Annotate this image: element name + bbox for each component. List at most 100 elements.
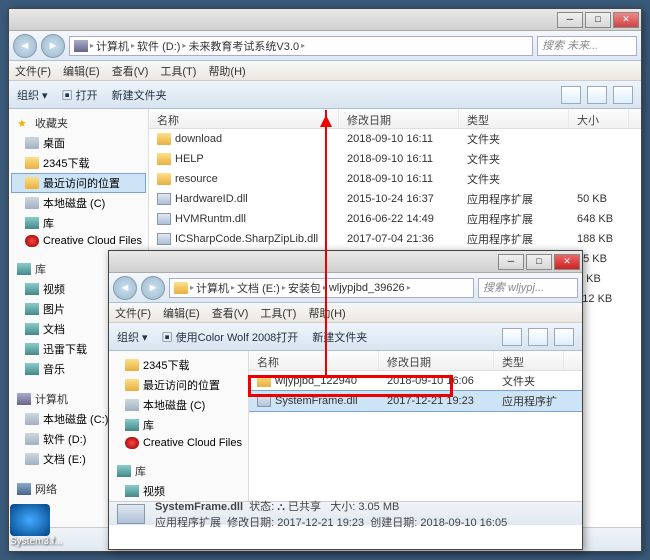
menu-help[interactable]: 帮助(H)	[308, 305, 345, 321]
search-input[interactable]: 搜索 未来...	[537, 36, 637, 56]
recent-icon	[125, 379, 139, 391]
network-icon	[17, 483, 31, 495]
menu-edit[interactable]: 编辑(E)	[163, 305, 200, 321]
search-input[interactable]: 搜索 wljypj...	[478, 278, 578, 298]
maximize-button[interactable]: □	[526, 254, 552, 270]
table-row[interactable]: resource2018-09-10 16:11文件夹	[149, 169, 641, 189]
file-icon	[117, 504, 145, 524]
annotation-arrow	[325, 110, 327, 376]
menu-tools[interactable]: 工具(T)	[260, 305, 296, 321]
col-date[interactable]: 修改日期	[379, 351, 494, 370]
help-button[interactable]	[554, 328, 574, 346]
back-button[interactable]: ◄	[113, 276, 137, 300]
tree-cc[interactable]: Creative Cloud Files	[111, 435, 246, 451]
list-header: 名称 修改日期 类型	[249, 351, 582, 371]
organize-button[interactable]: 组织 ▾	[17, 87, 48, 103]
close-button[interactable]: ✕	[613, 12, 639, 28]
desktop-shortcut[interactable]: System3.f...	[10, 504, 52, 552]
tree-2345[interactable]: 2345下载	[11, 153, 146, 173]
view-button[interactable]	[561, 86, 581, 104]
folder-icon	[25, 157, 39, 169]
preview-button[interactable]	[587, 86, 607, 104]
fold-icon	[157, 153, 171, 165]
col-size[interactable]: 大小	[569, 109, 629, 128]
dll-icon	[257, 395, 271, 407]
new-folder-button[interactable]: 新建文件夹	[112, 87, 167, 103]
dll-icon	[157, 193, 171, 205]
tree-libs[interactable]: 库	[11, 213, 146, 233]
tree-desktop[interactable]: 桌面	[11, 133, 146, 153]
library-icon	[25, 217, 39, 229]
menu-view[interactable]: 查看(V)	[212, 305, 249, 321]
table-row[interactable]: SystemFrame.dll2017-12-21 19:23应用程序扩	[249, 391, 582, 411]
menu-tools[interactable]: 工具(T)	[160, 63, 196, 79]
menu-file[interactable]: 文件(F)	[115, 305, 151, 321]
drive-icon	[125, 399, 139, 411]
creative-cloud-icon	[125, 437, 139, 449]
tree-libs[interactable]: 库	[111, 415, 246, 435]
open-button[interactable]: ▣ 打开	[62, 87, 98, 103]
col-name[interactable]: 名称	[149, 109, 339, 128]
col-date[interactable]: 修改日期	[339, 109, 459, 128]
tree-favorites[interactable]: ★收藏夹	[11, 113, 146, 133]
document-icon	[25, 323, 39, 335]
table-row[interactable]: HardwareID.dll2015-10-24 16:37应用程序扩展50 K…	[149, 189, 641, 209]
help-button[interactable]	[613, 86, 633, 104]
video-icon	[25, 283, 39, 295]
forward-button[interactable]: ►	[141, 276, 165, 300]
forward-button[interactable]: ►	[41, 34, 65, 58]
music-icon	[25, 363, 39, 375]
tree-cdisk[interactable]: 本地磁盘 (C)	[111, 395, 246, 415]
menu-bar: 文件(F) 编辑(E) 查看(V) 工具(T) 帮助(H)	[109, 303, 582, 323]
folder-icon	[174, 282, 188, 294]
new-folder-button[interactable]: 新建文件夹	[312, 329, 367, 345]
tree-cc[interactable]: Creative Cloud Files	[11, 233, 146, 249]
table-row[interactable]: HELP2018-09-10 16:11文件夹	[149, 149, 641, 169]
organize-button[interactable]: 组织 ▾	[117, 329, 148, 345]
col-name[interactable]: 名称	[249, 351, 379, 370]
list-header: 名称 修改日期 类型 大小	[149, 109, 641, 129]
menu-edit[interactable]: 编辑(E)	[63, 63, 100, 79]
menu-view[interactable]: 查看(V)	[112, 63, 149, 79]
drive-icon	[25, 453, 39, 465]
table-row[interactable]: wljypjbd_1229402018-09-10 16:06文件夹	[249, 371, 582, 391]
library-icon	[117, 465, 131, 477]
drive-icon	[25, 433, 39, 445]
toolbar: 组织 ▾ ▣ 打开 新建文件夹	[9, 81, 641, 109]
breadcrumb[interactable]: ▸计算机 ▸文档 (E:) ▸安装包 ▸wljypjbd_39626 ▸	[169, 278, 474, 298]
tree-library[interactable]: 库	[111, 461, 246, 481]
menu-bar: 文件(F) 编辑(E) 查看(V) 工具(T) 帮助(H)	[9, 61, 641, 81]
table-row[interactable]: ICSharpCode.SharpZipLib.dll2017-07-04 21…	[149, 229, 641, 249]
tree-recent[interactable]: 最近访问的位置	[111, 375, 246, 395]
minimize-button[interactable]: ─	[498, 254, 524, 270]
menu-file[interactable]: 文件(F)	[15, 63, 51, 79]
tree-cdisk[interactable]: 本地磁盘 (C)	[11, 193, 146, 213]
fold-icon	[257, 375, 271, 387]
col-type[interactable]: 类型	[459, 109, 569, 128]
tree-recent[interactable]: 最近访问的位置	[11, 173, 146, 193]
fold-icon	[157, 173, 171, 185]
computer-icon	[74, 40, 88, 52]
view-button[interactable]	[502, 328, 522, 346]
colorwolf-button[interactable]: ▣ 使用Color Wolf 2008打开	[162, 329, 299, 345]
close-button[interactable]: ✕	[554, 254, 580, 270]
preview-button[interactable]	[528, 328, 548, 346]
drive-icon	[25, 413, 39, 425]
titlebar[interactable]: ─ □ ✕	[9, 9, 641, 31]
app-icon	[10, 504, 50, 536]
table-row[interactable]: download2018-09-10 16:11文件夹	[149, 129, 641, 149]
nav-tree: 2345下载 最近访问的位置 本地磁盘 (C) 库 Creative Cloud…	[109, 351, 249, 501]
back-button[interactable]: ◄	[13, 34, 37, 58]
video-icon	[125, 485, 139, 497]
titlebar[interactable]: ─ □ ✕	[109, 251, 582, 273]
tree-2345[interactable]: 2345下载	[111, 355, 246, 375]
maximize-button[interactable]: □	[585, 12, 611, 28]
col-type[interactable]: 类型	[494, 351, 564, 370]
recent-icon	[25, 177, 39, 189]
dll-icon	[157, 213, 171, 225]
desktop-icon	[25, 137, 39, 149]
breadcrumb[interactable]: ▸计算机 ▸软件 (D:) ▸未来教育考试系统V3.0 ▸	[69, 36, 533, 56]
table-row[interactable]: HVMRuntm.dll2016-06-22 14:49应用程序扩展648 KB	[149, 209, 641, 229]
minimize-button[interactable]: ─	[557, 12, 583, 28]
menu-help[interactable]: 帮助(H)	[208, 63, 245, 79]
